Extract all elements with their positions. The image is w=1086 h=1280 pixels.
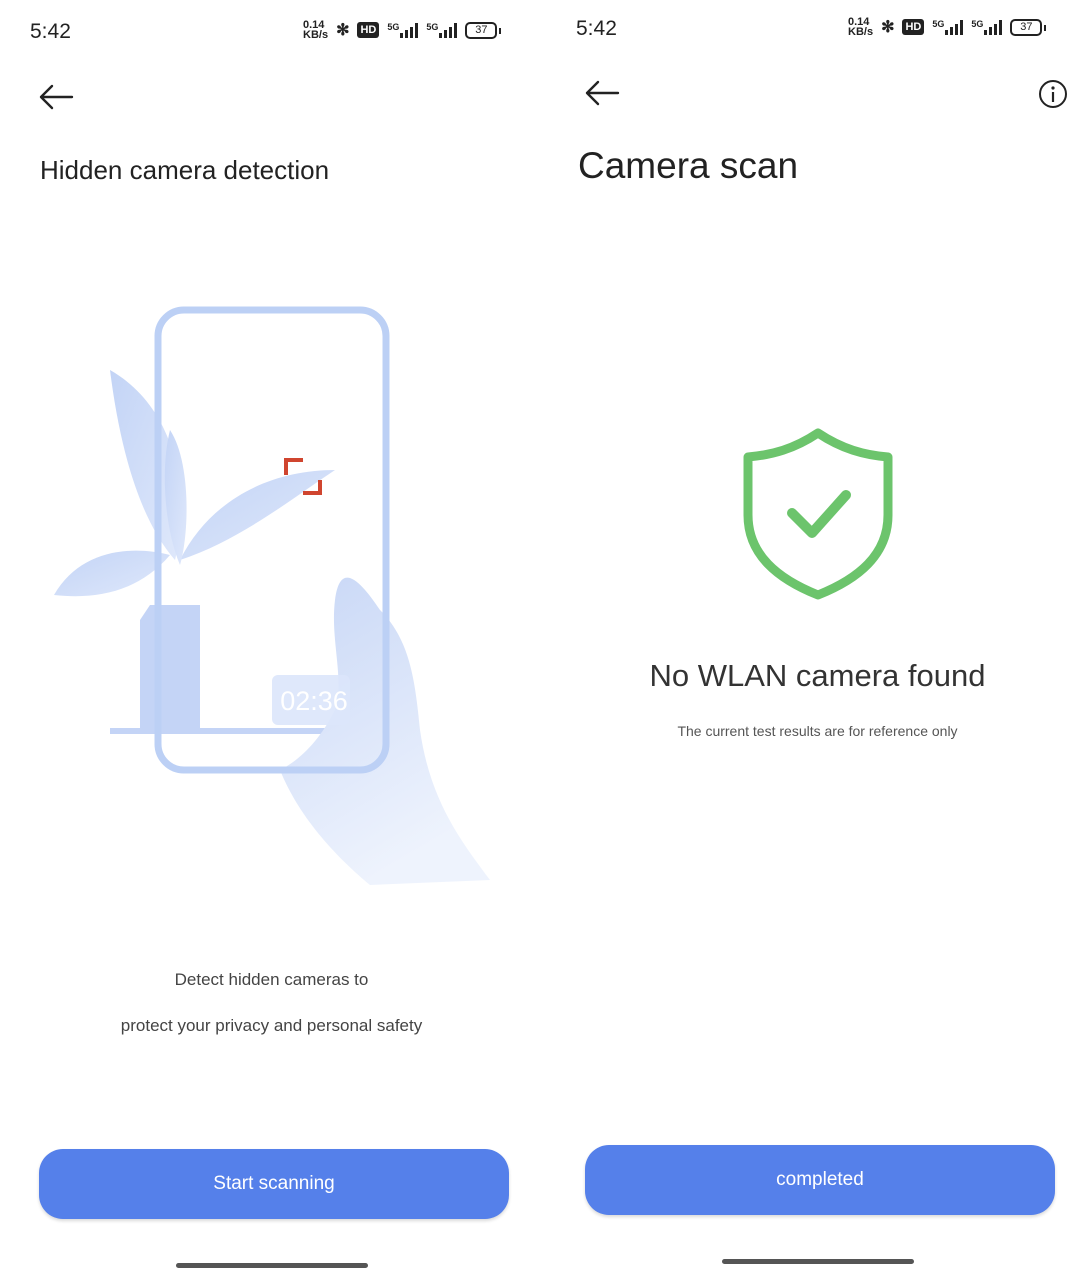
- status-icons: 0.14 KB/s ✻ HD 5G 5G 37: [303, 19, 502, 41]
- home-indicator[interactable]: [722, 1259, 914, 1264]
- leaf-shape: [54, 550, 170, 597]
- bluetooth-icon: ✻: [336, 22, 350, 39]
- status-time: 5:42: [30, 20, 71, 43]
- signal-sim2-icon: 5G: [971, 19, 1003, 35]
- hidden-camera-detection-screen: 5:42 0.14 KB/s ✻ HD 5G 5G 37 Hidden camer…: [0, 0, 543, 1280]
- home-indicator[interactable]: [176, 1263, 368, 1268]
- page-title: Hidden camera detection: [40, 155, 330, 185]
- phone-scan-illustration: 02:36: [54, 306, 490, 885]
- signal-sim1-icon: 5G: [932, 19, 964, 35]
- bluetooth-icon: ✻: [881, 19, 895, 36]
- net-speed: 0.14 KB/s: [303, 19, 329, 41]
- timer-label: 02:36: [280, 686, 348, 716]
- page-title: Camera scan: [578, 145, 799, 186]
- hd-voice-icon: HD: [902, 19, 925, 35]
- signal-sim2-icon: 5G: [426, 22, 458, 38]
- battery-icon: 37: [1010, 18, 1047, 36]
- battery-icon: 37: [465, 21, 502, 39]
- status-icons: 0.14 KB/s ✻ HD 5G 5G 37: [848, 16, 1047, 38]
- description-line-1: Detect hidden cameras to: [174, 970, 369, 989]
- reference-note: The current test results are for referen…: [677, 723, 958, 739]
- result-message: No WLAN camera found: [649, 658, 986, 693]
- status-time: 5:42: [576, 17, 617, 40]
- start-scanning-button[interactable]: Start scanning: [39, 1149, 509, 1219]
- back-arrow-icon[interactable]: [38, 82, 74, 112]
- completed-button[interactable]: completed: [585, 1145, 1055, 1215]
- description-line-2: protect your privacy and personal safety: [120, 1016, 423, 1035]
- leaf-shape: [180, 470, 335, 560]
- net-speed: 0.14 KB/s: [848, 16, 874, 38]
- camera-scan-result-screen: 5:42 0.14 KB/s ✻ HD 5G 5G 37 Camera scan …: [546, 0, 1086, 1280]
- back-arrow-icon[interactable]: [584, 78, 620, 108]
- info-icon[interactable]: [1038, 79, 1068, 109]
- hd-voice-icon: HD: [357, 22, 380, 38]
- shield-check-icon: [743, 428, 893, 600]
- signal-sim1-icon: 5G: [387, 22, 419, 38]
- vase: [140, 605, 200, 730]
